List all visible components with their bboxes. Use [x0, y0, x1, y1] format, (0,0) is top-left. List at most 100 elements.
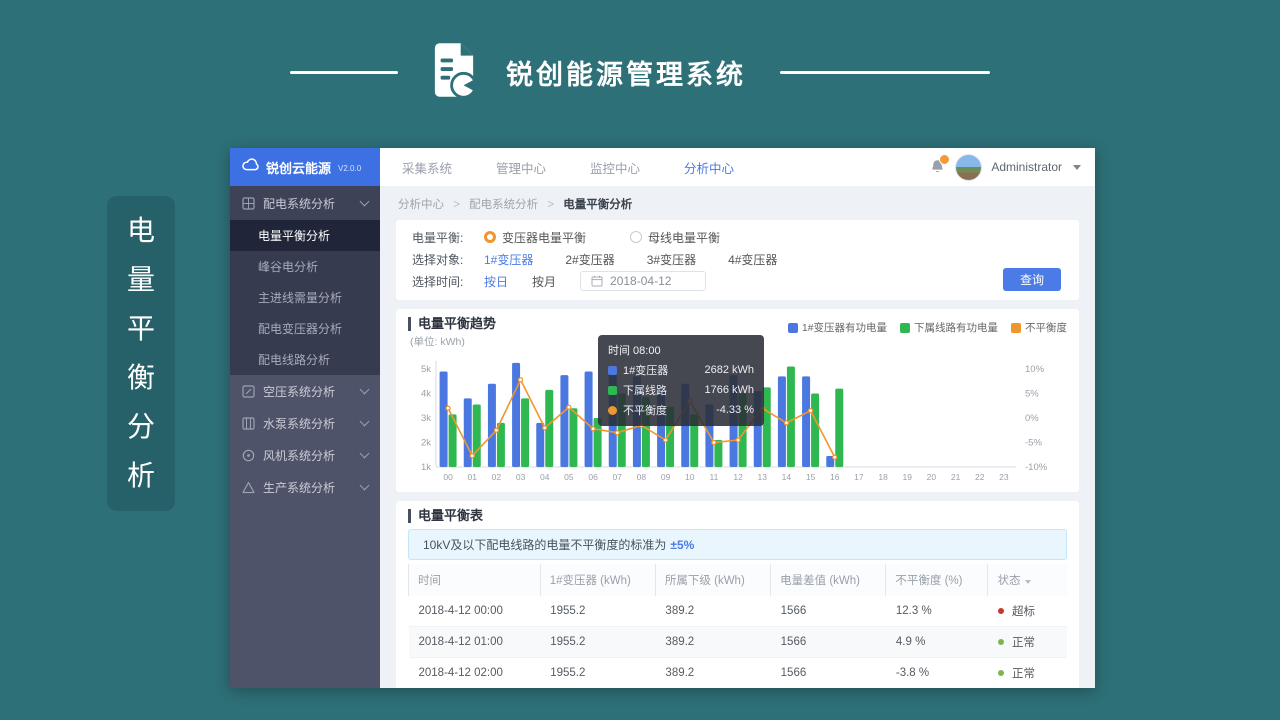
sidebar-group-distribution[interactable]: 配电系统分析	[230, 186, 380, 220]
bar-transformer-00[interactable]	[440, 371, 448, 467]
sidebar-group-production[interactable]: 生产系统分析	[230, 471, 380, 503]
deck-header: 锐创能源管理系统	[0, 42, 1280, 103]
x-axis-tick-15: 15	[806, 472, 816, 482]
notice-threshold: ±5%	[670, 538, 694, 552]
y-axis-tick: 4k	[421, 389, 431, 400]
water-pump-icon	[242, 417, 255, 430]
notification-badge	[939, 154, 950, 165]
col-status: 状态	[988, 564, 1067, 596]
radio-transformer-balance[interactable]	[484, 231, 496, 243]
bar-feeder-14[interactable]	[787, 367, 795, 467]
imbalance-point-15[interactable]	[809, 409, 813, 413]
imbalance-point-01[interactable]	[470, 454, 474, 458]
status-badge: 正常	[1012, 637, 1035, 649]
legend-transformer[interactable]: 1#变压器有功电量	[788, 320, 887, 335]
title-right-line	[780, 71, 990, 74]
y-axis-tick: 2k	[421, 438, 431, 449]
object-transformer-4[interactable]: 4#变压器	[728, 251, 777, 268]
imbalance-point-16[interactable]	[833, 455, 837, 459]
sidebar-item-feeder[interactable]: 配电线路分析	[230, 344, 380, 375]
x-axis-tick-20: 20	[927, 472, 937, 482]
nav-item-management[interactable]: 管理中心	[496, 158, 546, 177]
page-title: 锐创能源管理系统	[506, 53, 746, 92]
sidebar-group-water-pump[interactable]: 水泵系统分析	[230, 407, 380, 439]
x-axis-tick-19: 19	[903, 472, 913, 482]
sidebar-group-air-compressor[interactable]: 空压系统分析	[230, 375, 380, 407]
status-dot	[998, 670, 1004, 676]
x-axis-tick-00: 00	[443, 472, 453, 482]
object-transformer-1[interactable]: 1#变压器	[484, 251, 533, 268]
tab-by-month[interactable]: 按月	[532, 273, 556, 290]
imbalance-point-09[interactable]	[664, 438, 668, 442]
status-dot	[998, 608, 1004, 614]
x-axis-tick-17: 17	[854, 472, 864, 482]
avatar[interactable]	[955, 154, 982, 181]
notification-bell-icon[interactable]	[930, 159, 946, 175]
x-axis-tick-01: 01	[468, 472, 478, 482]
nav-item-monitoring[interactable]: 监控中心	[590, 158, 640, 177]
chevron-down-icon	[360, 197, 370, 207]
radio-busbar-balance-label[interactable]: 母线电量平衡	[648, 229, 720, 246]
x-axis-tick-22: 22	[975, 472, 985, 482]
breadcrumb-distribution[interactable]: 配电系统分析	[469, 199, 538, 211]
radio-busbar-balance[interactable]	[630, 231, 642, 243]
nav-item-collection[interactable]: 采集系统	[402, 158, 452, 177]
imbalance-point-14[interactable]	[784, 421, 788, 425]
status-filter-icon[interactable]	[1025, 580, 1031, 584]
tooltip-time: 时间 08:00	[608, 342, 754, 358]
tooltip-marker-orange	[608, 406, 617, 415]
imbalance-point-07[interactable]	[615, 431, 619, 435]
x-axis-tick-16: 16	[830, 472, 840, 482]
bar-feeder-15[interactable]	[811, 394, 819, 468]
imbalance-point-06[interactable]	[591, 427, 595, 431]
x-axis-tick-07: 07	[613, 472, 623, 482]
bar-transformer-02[interactable]	[488, 384, 496, 467]
imbalance-point-05[interactable]	[567, 405, 571, 409]
sidebar-item-main-demand[interactable]: 主进线需量分析	[230, 282, 380, 313]
username[interactable]: Administrator	[991, 160, 1062, 174]
cell-status: 正常	[988, 658, 1067, 689]
cell-time: 2018-4-12 01:00	[409, 627, 541, 658]
legend-feeder[interactable]: 下属线路有功电量	[900, 320, 998, 335]
cell-difference: 1566	[771, 627, 886, 658]
table-row: 2018-4-12 02:00 1955.2 389.2 1566 -3.8 %…	[409, 658, 1068, 689]
date-picker[interactable]: 2018-04-12	[580, 271, 706, 291]
report-doc-icon	[432, 42, 476, 103]
imbalance-point-11[interactable]	[712, 441, 716, 445]
cell-imbalance: 4.9 %	[886, 627, 988, 658]
legend-imbalance[interactable]: 不平衡度	[1011, 320, 1067, 335]
col-difference: 电量差值 (kWh)	[771, 564, 886, 596]
bar-transformer-06[interactable]	[585, 371, 593, 467]
imbalance-point-00[interactable]	[446, 406, 450, 410]
object-transformer-3[interactable]: 3#变压器	[647, 251, 696, 268]
bar-feeder-05[interactable]	[569, 408, 577, 467]
imbalance-point-12[interactable]	[736, 438, 740, 442]
calendar-icon	[591, 275, 603, 287]
x-axis-tick-09: 09	[661, 472, 671, 482]
breadcrumb-analysis[interactable]: 分析中心	[398, 199, 444, 211]
query-button[interactable]: 查询	[1003, 268, 1061, 291]
bar-transformer-15[interactable]	[802, 376, 810, 467]
user-menu-caret-icon[interactable]	[1073, 165, 1081, 170]
cell-difference: 1566	[771, 658, 886, 689]
imbalance-point-02[interactable]	[494, 428, 498, 432]
bar-feeder-03[interactable]	[521, 398, 529, 467]
nav-item-analysis[interactable]: 分析中心	[684, 158, 734, 177]
cell-time: 2018-4-12 02:00	[409, 658, 541, 689]
sidebar-item-peak-valley[interactable]: 峰谷电分析	[230, 251, 380, 282]
object-transformer-2[interactable]: 2#变压器	[565, 251, 614, 268]
sidebar-group-fan[interactable]: 风机系统分析	[230, 439, 380, 471]
x-axis-tick-14: 14	[782, 472, 792, 482]
imbalance-point-04[interactable]	[543, 426, 547, 430]
sidebar-item-transformer[interactable]: 配电变压器分析	[230, 313, 380, 344]
tab-by-day[interactable]: 按日	[484, 273, 508, 290]
x-axis-tick-10: 10	[685, 472, 695, 482]
breadcrumb-current: 电量平衡分析	[563, 199, 632, 211]
radio-transformer-balance-label[interactable]: 变压器电量平衡	[502, 229, 586, 246]
imbalance-point-03[interactable]	[519, 378, 523, 382]
legend-swatch-blue	[788, 323, 798, 333]
object-select-label: 选择对象:	[412, 251, 484, 268]
bar-transformer-05[interactable]	[560, 375, 568, 467]
app-window: 锐创云能源 V2.0.0 配电系统分析 电量平衡分析 峰谷电分析 主进线需量分析…	[230, 148, 1095, 688]
sidebar-item-power-balance[interactable]: 电量平衡分析	[230, 220, 380, 251]
